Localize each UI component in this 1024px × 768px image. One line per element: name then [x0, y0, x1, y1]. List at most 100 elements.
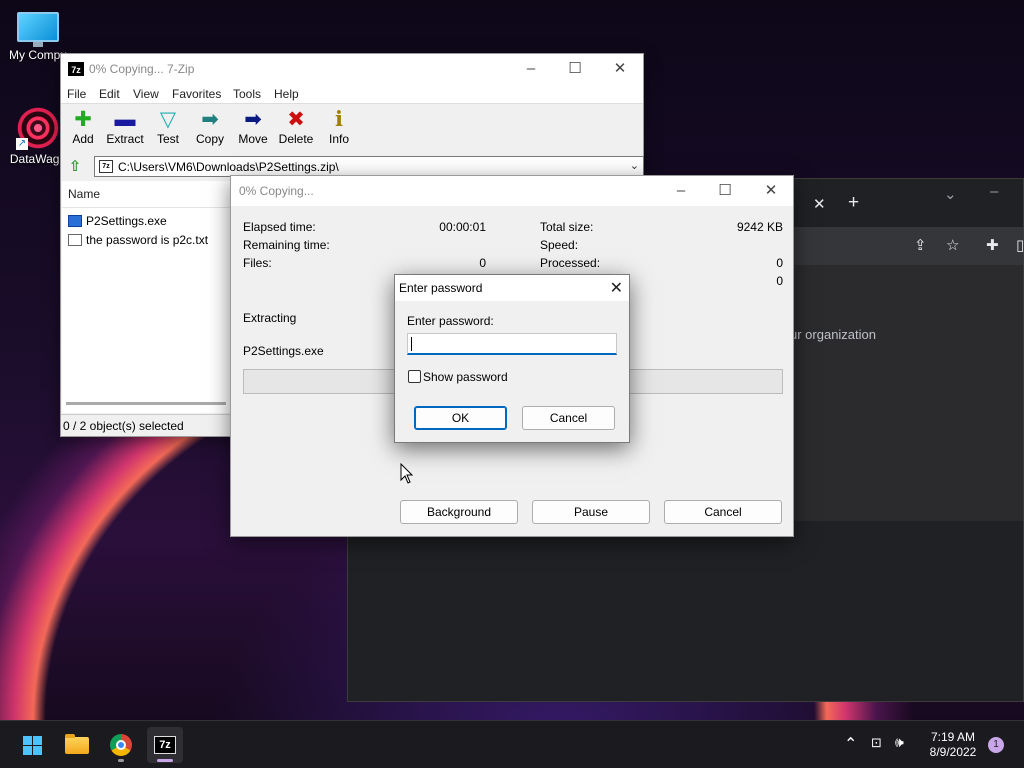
horizontal-scrollbar[interactable]: [66, 402, 226, 405]
progress-titlebar[interactable]: 0% Copying... – ☐ ✕: [231, 176, 793, 206]
close-icon[interactable]: ✕: [610, 278, 623, 298]
7zip-window-title: 0% Copying... 7-Zip: [89, 62, 195, 76]
sidebar-icon[interactable]: ▯: [1016, 236, 1024, 254]
network-icon[interactable]: ⊡: [871, 735, 882, 751]
password-dialog-titlebar[interactable]: Enter password: [395, 275, 629, 301]
7zip-titlebar[interactable]: 7z 0% Copying... 7-Zip – ☐ ✕: [61, 54, 643, 84]
address-path: C:\Users\VM6\Downloads\P2Settings.zip\: [118, 160, 339, 174]
test-button[interactable]: ▽ Test: [146, 108, 190, 146]
menu-file[interactable]: File: [67, 87, 86, 101]
taskbar-clock[interactable]: 7:19 AM 8/9/2022: [922, 730, 984, 760]
ok-button[interactable]: OK: [414, 406, 507, 430]
minus-icon: ▬: [114, 108, 136, 131]
7zip-toolbar: ✚ Add ▬ Extract ▽ Test ➡ Copy ➡ Move ✖ D…: [61, 104, 643, 154]
browser-text-fragment: ur organization: [790, 327, 876, 342]
clock-date: 8/9/2022: [929, 745, 977, 759]
minimize-icon[interactable]: –: [990, 183, 998, 200]
close-icon[interactable]: ✕: [813, 195, 826, 213]
chevron-down-icon[interactable]: ⌄: [630, 159, 639, 172]
archive-icon: 7z: [99, 160, 113, 173]
monitor-icon: [17, 12, 59, 47]
plus-icon: ✚: [74, 108, 92, 131]
add-button-label: Add: [72, 132, 94, 146]
extra-value: 0: [776, 274, 783, 288]
7zip-app-icon: 7z: [68, 62, 84, 76]
move-arrow-icon: ➡: [244, 108, 262, 131]
extract-button[interactable]: ▬ Extract: [103, 108, 147, 146]
cancel-button[interactable]: Cancel: [522, 406, 615, 430]
chrome-button[interactable]: [103, 727, 139, 763]
info-button[interactable]: ℹ Info: [317, 108, 361, 146]
minimize-button[interactable]: –: [659, 180, 703, 202]
background-button[interactable]: Background: [400, 500, 518, 524]
app-shortcut-icon: ↗: [16, 106, 60, 150]
close-button[interactable]: ✕: [749, 180, 793, 202]
password-dialog-title: Enter password: [399, 281, 483, 295]
volume-icon[interactable]: 🕪: [895, 734, 904, 751]
remaining-time-label: Remaining time:: [243, 238, 330, 252]
pause-button[interactable]: Pause: [532, 500, 650, 524]
menu-help[interactable]: Help: [274, 87, 299, 101]
menu-favorites[interactable]: Favorites: [172, 87, 221, 101]
cancel-button[interactable]: Cancel: [664, 500, 782, 524]
7zip-menubar: File Edit View Favorites Tools Help: [61, 84, 643, 104]
password-prompt-label: Enter password:: [407, 314, 494, 328]
delete-button-label: Delete: [278, 132, 314, 146]
elapsed-time-value: 00:00:01: [439, 220, 486, 234]
file-explorer-button[interactable]: [59, 727, 95, 763]
add-button[interactable]: ✚ Add: [61, 108, 105, 146]
test-button-label: Test: [156, 132, 179, 146]
move-button-label: Move: [238, 132, 268, 146]
extensions-icon[interactable]: ✚: [986, 236, 999, 254]
minimize-button[interactable]: –: [509, 58, 553, 80]
file-row[interactable]: the password is p2c.txt: [68, 233, 208, 247]
password-input[interactable]: [407, 333, 617, 355]
file-list[interactable]: Name P2Settings.exe the password is p2c.…: [62, 181, 232, 413]
check-icon: ▽: [159, 108, 177, 131]
maximize-button[interactable]: ☐: [553, 58, 597, 80]
move-button[interactable]: ➡ Move: [231, 108, 275, 146]
notification-badge[interactable]: 1: [988, 737, 1004, 753]
processed-label: Processed:: [540, 256, 601, 270]
processed-value: 0: [776, 256, 783, 270]
current-file-label: P2Settings.exe: [243, 344, 324, 358]
file-name: the password is p2c.txt: [86, 233, 209, 247]
file-row[interactable]: P2Settings.exe: [68, 214, 167, 228]
column-header-name[interactable]: Name: [68, 187, 100, 201]
delete-button[interactable]: ✖ Delete: [274, 108, 318, 146]
chevron-down-icon[interactable]: ⌄: [944, 185, 957, 203]
copy-button[interactable]: ➡ Copy: [188, 108, 232, 146]
start-button[interactable]: [14, 727, 50, 763]
maximize-button[interactable]: ☐: [703, 180, 747, 202]
total-size-label: Total size:: [540, 220, 594, 234]
column-divider: [62, 207, 232, 208]
active-indicator: [157, 759, 173, 762]
extract-button-label: Extract: [106, 132, 144, 146]
info-icon: ℹ: [335, 108, 343, 131]
browser-bottom-area: [348, 521, 1023, 701]
7zip-taskbar-button[interactable]: 7z: [147, 727, 183, 763]
chevron-up-icon[interactable]: ⌃: [844, 734, 857, 754]
address-bar[interactable]: 7z C:\Users\VM6\Downloads\P2Settings.zip…: [94, 156, 644, 177]
star-icon[interactable]: ☆: [946, 236, 959, 254]
up-folder-icon[interactable]: ⇧: [65, 157, 85, 175]
menu-view[interactable]: View: [133, 87, 159, 101]
file-name: P2Settings.exe: [86, 214, 167, 228]
close-button[interactable]: ✕: [598, 58, 642, 80]
password-dialog[interactable]: Enter password ✕ Enter password: Show pa…: [394, 274, 630, 443]
show-password-label[interactable]: Show password: [423, 370, 508, 384]
operation-label: Extracting: [243, 311, 297, 325]
new-tab-icon[interactable]: +: [848, 192, 859, 214]
share-icon[interactable]: ⇪: [914, 236, 927, 254]
running-indicator: [118, 759, 124, 762]
mouse-cursor-icon: [400, 463, 414, 484]
menu-tools[interactable]: Tools: [233, 87, 261, 101]
taskbar: 7z ⌃ ⊡ 🕪 7:19 AM 8/9/2022 1: [0, 720, 1024, 768]
menu-edit[interactable]: Edit: [99, 87, 120, 101]
files-value: 0: [479, 256, 486, 270]
copy-button-label: Copy: [195, 132, 224, 146]
files-label: Files:: [243, 256, 272, 270]
file-explorer-icon: [65, 734, 89, 754]
show-password-checkbox[interactable]: [408, 370, 421, 383]
chrome-icon: [110, 734, 132, 756]
